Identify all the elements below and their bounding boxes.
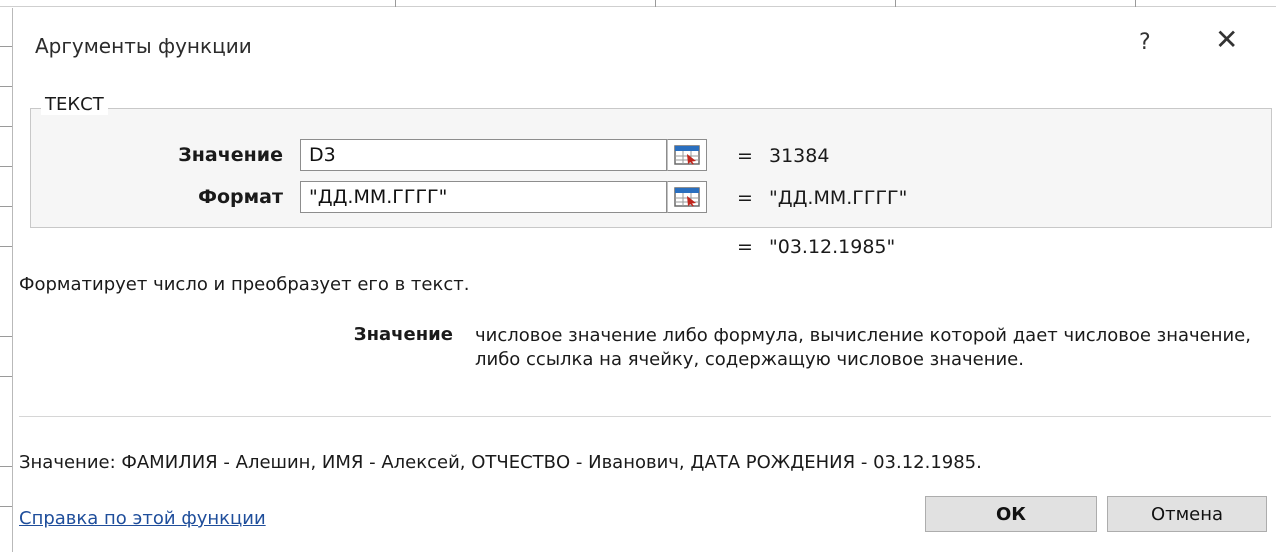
sheet-row-divider — [0, 86, 12, 87]
format-collapse-button[interactable] — [667, 181, 707, 213]
sheet-row-divider — [0, 466, 12, 467]
format-argument-input[interactable] — [300, 181, 667, 213]
sheet-row-divider — [0, 506, 12, 507]
sheet-column-divider — [1135, 0, 1136, 7]
sheet-column-divider — [655, 0, 656, 7]
ok-button[interactable]: ОК — [925, 496, 1097, 532]
format-result-equals: = — [737, 187, 753, 209]
sheet-row-divider — [0, 336, 12, 337]
sheet-row-divider — [0, 206, 12, 207]
sheet-column-divider — [395, 0, 396, 7]
value-result: 31384 — [769, 145, 830, 167]
sheet-row-divider — [0, 246, 12, 247]
sheet-grid-line — [0, 6, 1276, 7]
sheet-row-divider — [0, 166, 12, 167]
value-argument-input[interactable] — [300, 139, 667, 171]
function-arguments-dialog: Аргументы функции ? ✕ ТЕКСТ Значение = 3… — [12, 8, 1275, 552]
divider — [19, 416, 1271, 417]
sheet-row-divider — [0, 46, 12, 47]
formula-result: "03.12.1985" — [769, 236, 896, 258]
collapse-dialog-icon — [674, 145, 700, 165]
function-description: Форматирует число и преобразует его в те… — [19, 274, 470, 295]
function-name: ТЕКСТ — [41, 94, 108, 115]
sheet-row-divider — [0, 376, 12, 377]
sheet-row-divider — [0, 126, 12, 127]
sheet-column-divider — [895, 0, 896, 7]
value-result-equals: = — [737, 145, 753, 167]
formula-result-equals: = — [737, 236, 753, 258]
formula-result-line: Значение: ФАМИЛИЯ - Алешин, ИМЯ - Алексе… — [19, 452, 982, 473]
arg-help-text: числовое значение либо формула, вычислен… — [475, 325, 1251, 370]
collapse-dialog-icon — [674, 187, 700, 207]
help-button[interactable]: ? — [1139, 30, 1151, 55]
help-on-function-link[interactable]: Справка по этой функции — [19, 508, 266, 529]
arg-label-format: Формат — [198, 186, 283, 208]
value-collapse-button[interactable] — [667, 139, 707, 171]
format-result: "ДД.ММ.ГГГГ" — [769, 187, 908, 209]
close-icon[interactable]: ✕ — [1215, 26, 1238, 54]
dialog-title: Аргументы функции — [35, 34, 252, 58]
cancel-button[interactable]: Отмена — [1107, 496, 1267, 532]
arg-help-label: Значение — [353, 324, 453, 345]
arg-label-value: Значение — [178, 144, 283, 166]
